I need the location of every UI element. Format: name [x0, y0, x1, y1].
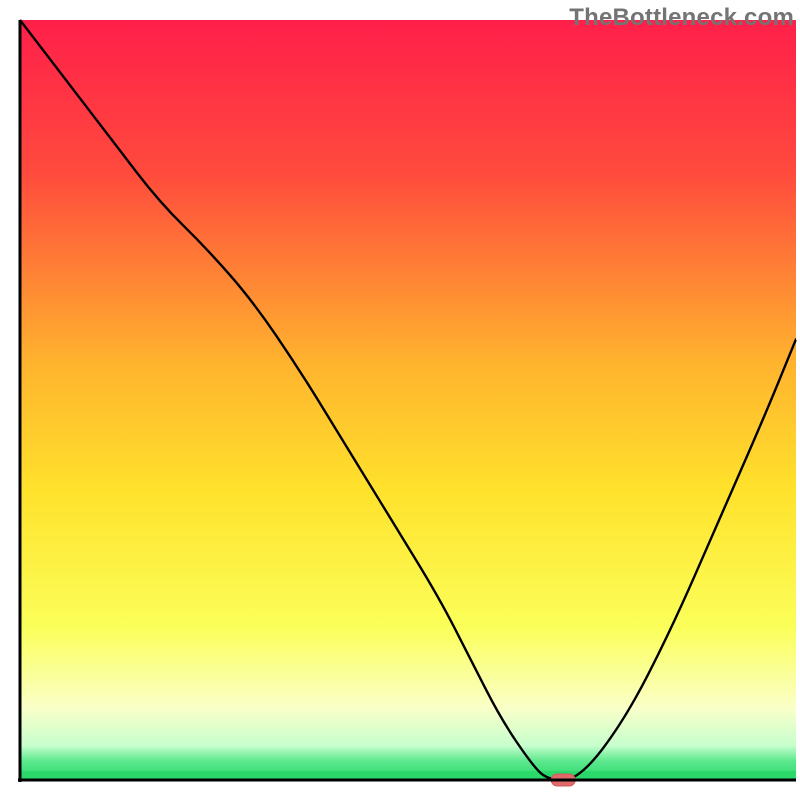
chart-container: { "watermark": "TheBottleneck.com", "col…	[0, 0, 800, 800]
watermark-label: TheBottleneck.com	[569, 4, 794, 32]
gradient-background	[20, 20, 796, 780]
bottleneck-chart	[0, 0, 800, 800]
